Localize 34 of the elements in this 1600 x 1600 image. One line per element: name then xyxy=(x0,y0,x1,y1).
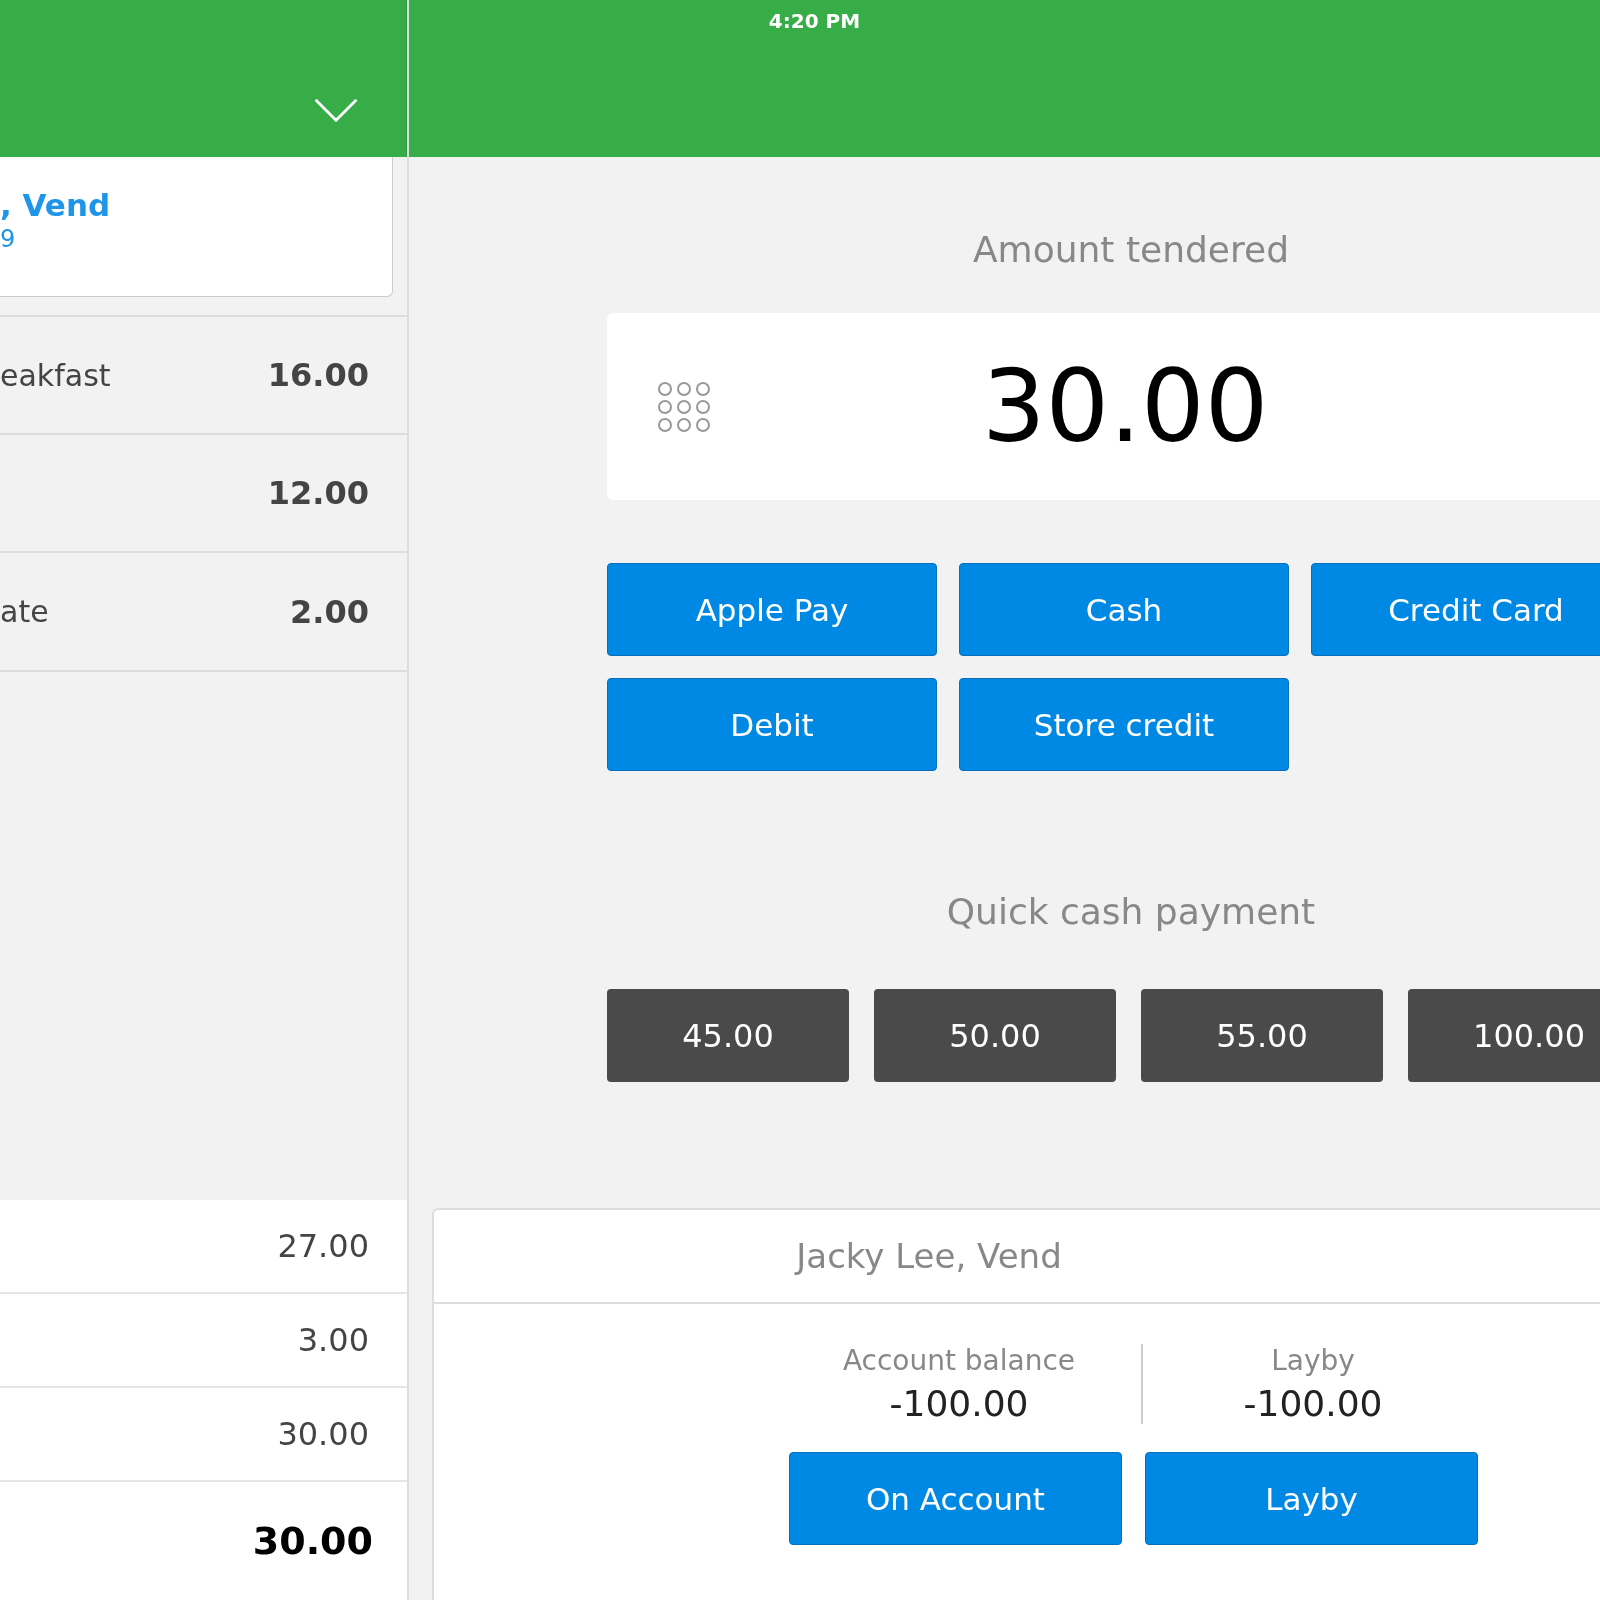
customer-card[interactable]: , Vend 9 xyxy=(0,157,393,297)
customer-detail: 9 xyxy=(0,224,17,256)
quick-cash-button[interactable]: 55.00 xyxy=(1141,989,1383,1082)
payment-method-button[interactable]: Apple Pay xyxy=(607,563,937,656)
item-price: 2.00 xyxy=(290,592,369,631)
stat-value: -100.00 xyxy=(1243,1383,1383,1424)
total-value: 27.00 xyxy=(277,1227,369,1265)
total-value: 30.00 xyxy=(277,1415,369,1453)
amount-field[interactable]: 30.00 xyxy=(607,313,1600,500)
chevron-down-icon[interactable] xyxy=(313,98,359,124)
section-title: Quick cash payment xyxy=(945,891,1317,934)
account-button[interactable]: Layby xyxy=(1145,1452,1478,1545)
stat-label: Layby xyxy=(1271,1344,1355,1377)
amount-value: 30.00 xyxy=(982,348,1269,465)
section-title: Amount tendered xyxy=(972,229,1290,272)
customer-name: , Vend xyxy=(0,187,112,225)
stat-value: -100.00 xyxy=(889,1383,1029,1424)
item-name: eakfast xyxy=(0,357,111,393)
quick-cash-button[interactable]: 50.00 xyxy=(874,989,1116,1082)
stat-label: Account balance xyxy=(842,1344,1076,1377)
total-value: 30.00 xyxy=(252,1519,373,1563)
customer-name: Jacky Lee, Vend xyxy=(796,1236,1062,1276)
quick-cash-button[interactable]: 100.00 xyxy=(1408,989,1600,1082)
payment-method-button[interactable]: Credit Card xyxy=(1311,563,1600,656)
payment-method-button[interactable]: Store credit xyxy=(959,678,1289,771)
item-name: ate xyxy=(0,594,49,629)
item-price: 12.00 xyxy=(267,474,369,512)
account-button[interactable]: On Account xyxy=(789,1452,1122,1545)
item-price: 16.00 xyxy=(267,356,369,394)
status-time: 4:20 PM xyxy=(768,9,861,35)
quick-cash-button[interactable]: 45.00 xyxy=(607,989,849,1082)
payment-method-button[interactable]: Cash xyxy=(959,563,1289,656)
payment-method-button[interactable]: Debit xyxy=(607,678,937,771)
total-value: 3.00 xyxy=(297,1321,369,1359)
